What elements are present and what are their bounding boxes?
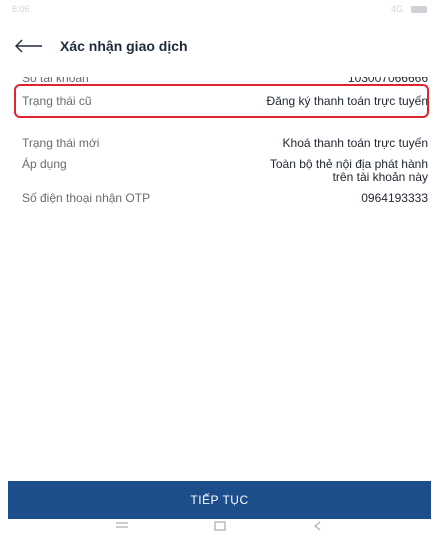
detail-row-new-status: Trạng thái mới Khoá thanh toán trực tuyế… <box>22 137 428 150</box>
new-status-label: Trạng thái mới <box>22 136 100 150</box>
menu-icon[interactable] <box>113 521 131 535</box>
highlight-box <box>14 84 429 118</box>
back-button[interactable] <box>14 32 54 60</box>
page-title: Xác nhận giao dịch <box>60 38 188 54</box>
apply-value: Toàn bộ thẻ nội địa phát hành trên tài k… <box>269 157 428 184</box>
back-icon[interactable] <box>309 521 327 535</box>
detail-row-otp-phone: Số điện thoại nhận OTP 0964193333 <box>22 192 428 205</box>
arrow-left-icon <box>15 39 42 53</box>
new-status-value: Khoá thanh toán trực tuyến <box>282 136 428 150</box>
otp-phone-value: 0964193333 <box>361 191 428 205</box>
apply-label: Áp dụng <box>22 157 67 171</box>
detail-row-apply: Áp dụng Toàn bộ thẻ nội địa phát hành tr… <box>22 158 428 184</box>
status-icons: 4G <box>391 4 427 14</box>
system-nav-bar <box>0 521 439 539</box>
otp-phone-label: Số điện thoại nhận OTP <box>22 191 151 205</box>
battery-icon <box>411 5 427 13</box>
header: Xác nhận giao dịch <box>0 28 439 64</box>
signal-text: 4G <box>390 4 403 14</box>
status-time: 6:06 <box>12 4 30 14</box>
home-icon[interactable] <box>211 521 229 535</box>
continue-button[interactable]: TIẾP TỤC <box>8 481 431 519</box>
confirm-transaction-screen: 6:06 4G Xác nhận giao dịch Số tài khoản … <box>0 0 439 539</box>
status-bar: 6:06 4G <box>0 0 439 18</box>
